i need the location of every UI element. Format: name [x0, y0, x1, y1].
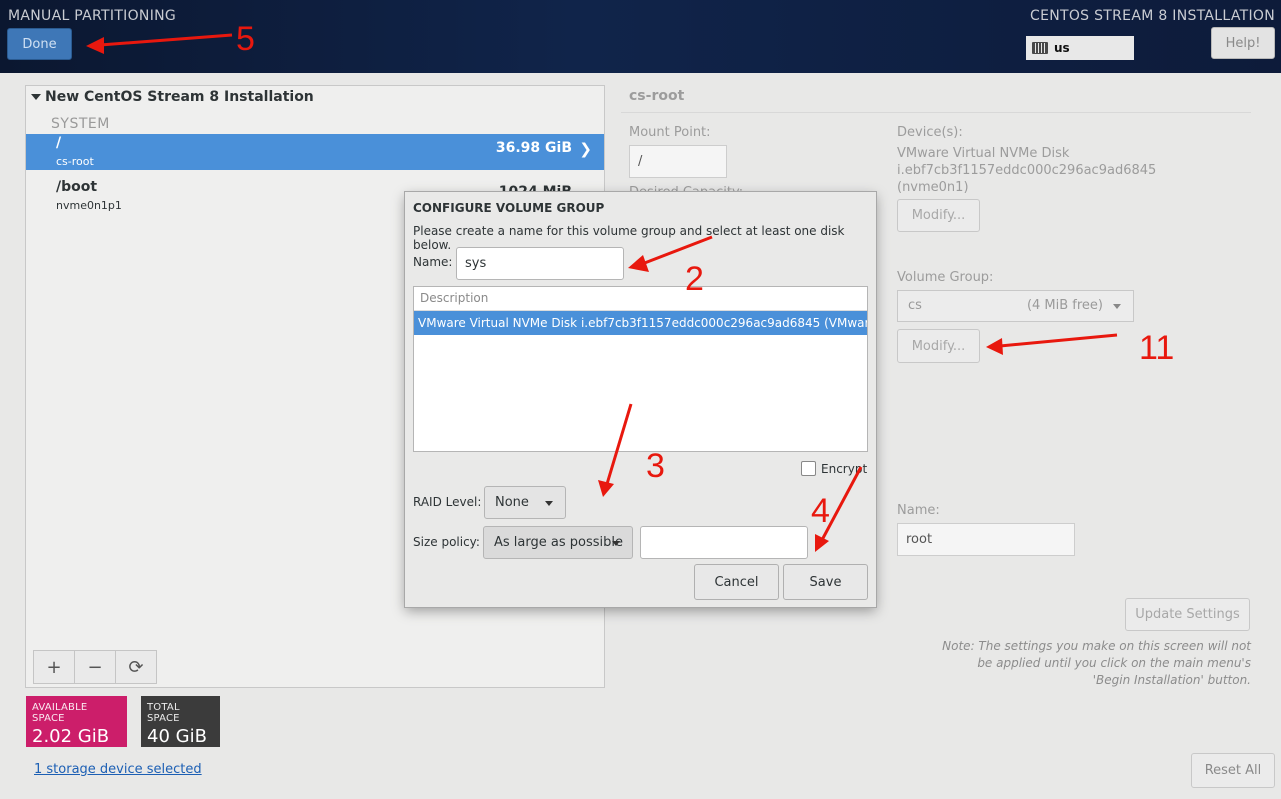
annotation-number: 5 — [236, 20, 255, 58]
arrow-to-done — [99, 33, 233, 47]
arrow-head-raid — [598, 480, 614, 497]
annotation-number: 2 — [685, 260, 704, 298]
arrow-head-done — [86, 37, 104, 54]
arrow-to-modify — [999, 333, 1118, 348]
arrow-head-modify — [986, 338, 1003, 355]
annotation-arrows — [86, 33, 1118, 552]
annotation-number: 3 — [646, 447, 665, 485]
annotation-number: 11 — [1139, 329, 1175, 367]
arrow-to-raid — [605, 403, 633, 485]
arrow-head-save — [815, 534, 829, 552]
arrow-head-name — [628, 255, 649, 272]
annotation-number: 4 — [811, 492, 830, 530]
